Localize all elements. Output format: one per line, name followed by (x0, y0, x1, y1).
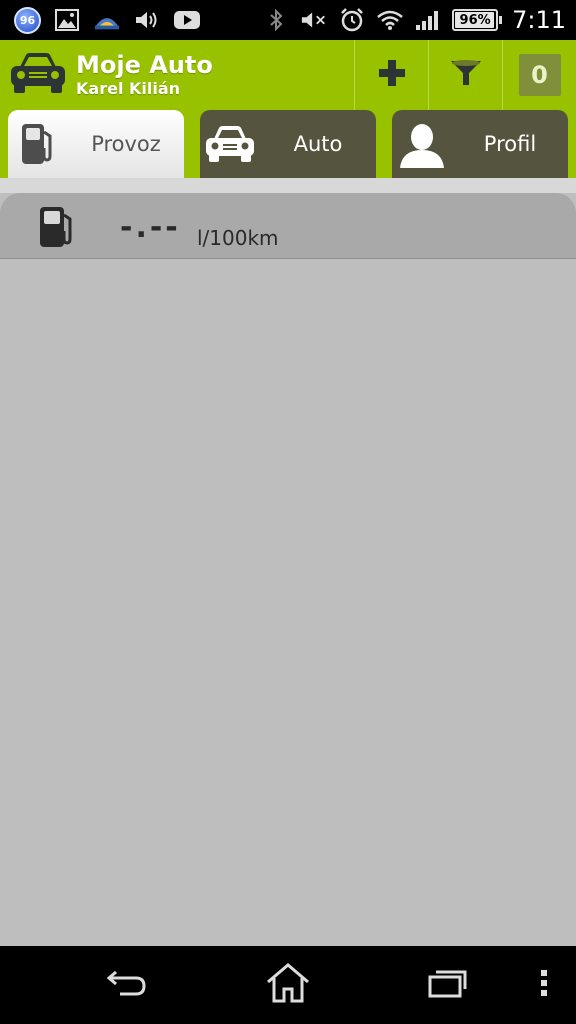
fuel-pump-icon (38, 205, 76, 253)
tab-auto[interactable]: Auto (200, 110, 376, 178)
weather-icon (93, 6, 121, 34)
content-top-strip (0, 178, 576, 193)
counter-button[interactable]: 0 (502, 40, 576, 110)
tab-provoz-label: Provoz (91, 132, 161, 156)
consumption-value: -.-- (120, 210, 181, 245)
filter-icon (449, 58, 483, 92)
tab-profil[interactable]: Profil (392, 110, 568, 178)
tab-auto-label: Auto (293, 132, 343, 156)
car-icon (200, 123, 260, 165)
back-button[interactable] (88, 946, 168, 1024)
signal-icon (414, 6, 442, 34)
consumption-unit: l/100km (197, 226, 279, 250)
header-brand: Moje Auto Karel Kilián (0, 40, 354, 110)
status-left: 96 (0, 6, 201, 34)
battery-icon: 96% (452, 9, 503, 31)
consumption-row[interactable]: -.-- l/100km (0, 193, 576, 259)
status-bar: 96 96% 7:11 (0, 0, 576, 40)
status-clock: 7:11 (512, 6, 566, 34)
overflow-menu-icon (539, 968, 549, 1002)
status-right: 96% 7:11 (262, 6, 576, 34)
wifi-icon (376, 6, 404, 34)
bluetooth-icon (262, 6, 290, 34)
home-button[interactable] (248, 946, 328, 1024)
notification-count: 96 (19, 13, 36, 27)
tab-bar: Provoz Auto Profil (0, 110, 576, 178)
recent-apps-icon (427, 967, 469, 1003)
youtube-icon (173, 6, 201, 34)
plus-icon (377, 58, 407, 92)
navigation-bar (0, 946, 576, 1024)
header-titles: Moje Auto Karel Kilián (76, 51, 213, 99)
app-header: Moje Auto Karel Kilián 0 (0, 40, 576, 110)
battery-percent: 96% (459, 12, 491, 28)
filter-button[interactable] (428, 40, 502, 110)
content-area: -.-- l/100km (0, 178, 576, 946)
home-icon (265, 962, 311, 1008)
alarm-icon (338, 6, 366, 34)
gallery-icon (53, 6, 81, 34)
tab-provoz[interactable]: Provoz (8, 110, 184, 178)
notification-badge-icon: 96 (14, 6, 41, 34)
app-title: Moje Auto (76, 51, 213, 79)
mute-icon (300, 6, 328, 34)
back-icon (106, 966, 150, 1004)
tab-profil-label: Profil (483, 132, 537, 156)
add-button[interactable] (354, 40, 428, 110)
menu-button[interactable] (524, 946, 564, 1024)
counter-value: 0 (531, 61, 548, 89)
person-icon (392, 120, 452, 168)
volume-icon (133, 6, 161, 34)
counter-badge: 0 (518, 54, 561, 96)
car-logo-icon (8, 49, 68, 101)
fuel-pump-icon (8, 122, 68, 166)
recent-apps-button[interactable] (408, 946, 488, 1024)
user-name: Karel Kilián (76, 79, 181, 98)
